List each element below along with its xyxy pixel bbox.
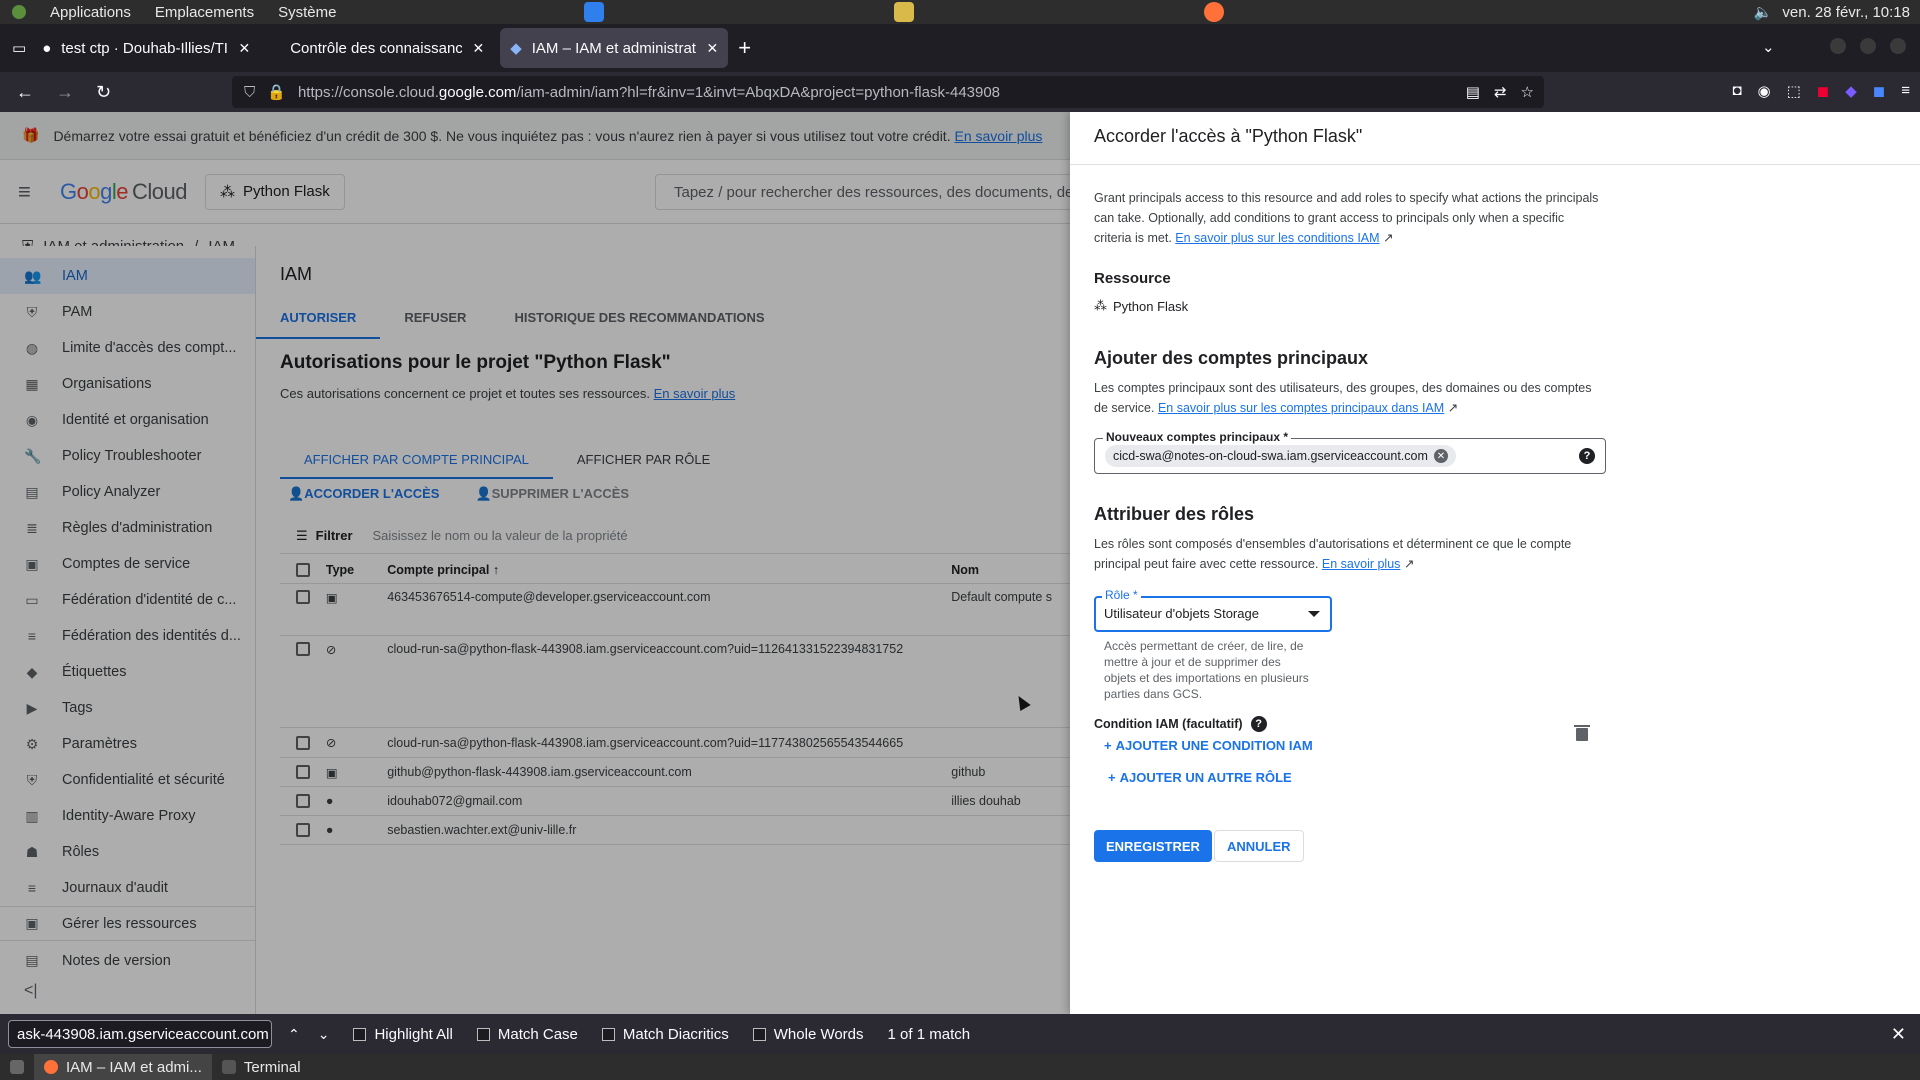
- new-tab-button[interactable]: +: [738, 35, 751, 61]
- project-icon: ⁂: [1094, 298, 1107, 313]
- ublock-icon[interactable]: ◼: [1817, 82, 1829, 100]
- principals-learn-more-link[interactable]: En savoir plus sur les comptes principau…: [1158, 401, 1444, 415]
- external-link-icon: ↗: [1447, 401, 1459, 415]
- browser-tab-controle[interactable]: Contrôle des connaissanc ✕: [266, 28, 494, 68]
- os-menu-applications[interactable]: Applications: [50, 4, 131, 21]
- extensions-icon[interactable]: ⬚: [1787, 82, 1801, 100]
- app-menu-icon[interactable]: ≡: [1901, 82, 1910, 100]
- iam-condition-label: Condition IAM (facultatif) ?: [1094, 716, 1267, 732]
- highlight-all-checkbox[interactable]: Highlight All: [353, 1026, 453, 1043]
- remove-chip-icon[interactable]: ✕: [1433, 449, 1448, 463]
- account-icon[interactable]: ◉: [1758, 82, 1771, 100]
- find-input[interactable]: ask-443908.iam.gserviceaccount.com: [8, 1020, 272, 1048]
- close-find-bar-icon[interactable]: ✕: [1891, 1024, 1906, 1045]
- cancel-button[interactable]: ANNULER: [1214, 830, 1304, 862]
- match-case-checkbox[interactable]: Match Case: [476, 1026, 578, 1043]
- new-principals-field[interactable]: Nouveaux comptes principaux * cicd-swa@n…: [1094, 430, 1606, 474]
- assign-roles-text: Les rôles sont composés d'ensembles d'au…: [1094, 537, 1572, 571]
- iam-conditions-link[interactable]: En savoir plus sur les conditions IAM: [1175, 231, 1379, 245]
- panel-intro: Grant principals access to this resource…: [1094, 191, 1599, 245]
- os-menu-systeme[interactable]: Système: [278, 4, 336, 21]
- firefox-launcher-icon[interactable]: [1204, 2, 1224, 22]
- browser-tab-github[interactable]: ● test ctp · Douhab-Illies/TI ✕: [32, 28, 260, 68]
- github-icon: ●: [42, 39, 52, 57]
- plus-icon: +: [1108, 770, 1116, 785]
- bitwarden-icon[interactable]: ◼: [1873, 82, 1885, 100]
- assign-roles-heading: Attribuer des rôles: [1094, 504, 1255, 524]
- os-taskbar: IAM – IAM et admi... Terminal: [0, 1054, 1920, 1080]
- match-diacritics-checkbox[interactable]: Match Diacritics: [601, 1026, 729, 1043]
- add-iam-condition-button[interactable]: + AJOUTER UNE CONDITION IAM: [1104, 738, 1313, 753]
- save-button[interactable]: ENREGISTRER: [1094, 830, 1212, 862]
- clock[interactable]: ven. 28 févr., 10:18: [1782, 4, 1910, 21]
- taskbar-item-terminal[interactable]: Terminal: [212, 1054, 311, 1080]
- os-logo-icon[interactable]: [12, 5, 26, 19]
- delete-role-icon[interactable]: [1574, 725, 1590, 741]
- add-another-role-button[interactable]: + AJOUTER UN AUTRE RÔLE: [1108, 770, 1292, 785]
- resource-label: Ressource: [1094, 270, 1171, 287]
- shield-icon[interactable]: ⛉: [244, 84, 255, 101]
- reader-view-icon[interactable]: ▤: [1466, 83, 1480, 101]
- reload-icon[interactable]: ↻: [96, 82, 111, 103]
- browser-tab-bar: ▭ ● test ctp · Douhab-Illies/TI ✕ Contrô…: [0, 24, 1920, 72]
- show-desktop-button[interactable]: [0, 1054, 34, 1080]
- external-link-icon: ↗: [1403, 557, 1415, 571]
- close-tab-icon[interactable]: ✕: [706, 40, 718, 57]
- role-select[interactable]: Rôle * Utilisateur d'objets Storage: [1094, 588, 1332, 632]
- url-field[interactable]: ⛉ 🔒 https://console.cloud.google.com/iam…: [232, 76, 1544, 108]
- browser-tab-iam[interactable]: ◆ IAM – IAM et administrati ✕: [500, 28, 729, 68]
- help-icon[interactable]: ?: [1250, 716, 1267, 732]
- os-menu-emplacements[interactable]: Emplacements: [155, 4, 254, 21]
- close-window-button[interactable]: [1890, 38, 1906, 54]
- bookmark-star-icon[interactable]: ☆: [1521, 83, 1534, 101]
- gcp-shield-icon: ◆: [510, 40, 522, 57]
- dropdown-caret-icon: [1308, 611, 1320, 617]
- translate-icon[interactable]: ⇄: [1494, 83, 1507, 101]
- extension-badge-icon[interactable]: ◆: [1845, 82, 1857, 100]
- tab-list-icon[interactable]: ▭: [12, 39, 26, 57]
- os-top-bar: Applications Emplacements Système 🔈 ven.…: [0, 0, 1920, 24]
- find-previous-icon[interactable]: ⌃: [288, 1026, 300, 1043]
- roles-learn-more-link[interactable]: En savoir plus: [1322, 557, 1401, 571]
- find-bar: ask-443908.iam.gserviceaccount.com ⌃ ⌄ H…: [0, 1014, 1920, 1054]
- firefox-icon: [44, 1060, 58, 1074]
- whole-words-checkbox[interactable]: Whole Words: [752, 1026, 864, 1043]
- vscode-launcher-icon[interactable]: [584, 2, 604, 22]
- principal-chip[interactable]: cicd-swa@notes-on-cloud-swa.iam.gservice…: [1105, 445, 1456, 467]
- terminal-icon: [221, 1060, 236, 1074]
- modal-scrim[interactable]: [0, 112, 1070, 1014]
- close-tab-icon[interactable]: ✕: [238, 40, 250, 57]
- taskbar-item-firefox[interactable]: IAM – IAM et admi...: [34, 1054, 212, 1080]
- minimize-window-button[interactable]: [1830, 38, 1846, 54]
- add-principals-heading: Ajouter des comptes principaux: [1094, 348, 1369, 368]
- maximize-window-button[interactable]: [1860, 38, 1876, 54]
- app-launcher-icon[interactable]: [894, 2, 914, 22]
- browser-nav-bar: ← → ↻ ⛉ 🔒 https://console.cloud.google.c…: [0, 72, 1920, 112]
- page: 🎁 Démarrez votre essai gratuit et bénéfi…: [0, 112, 1920, 1014]
- add-principals-text: Les comptes principaux sont des utilisat…: [1094, 381, 1592, 415]
- role-description: Accès permettant de créer, de lire, de m…: [1104, 639, 1309, 701]
- volume-icon[interactable]: 🔈: [1754, 3, 1773, 21]
- plus-icon: +: [1104, 738, 1112, 753]
- close-tab-icon[interactable]: ✕: [472, 40, 484, 57]
- forward-arrow-icon[interactable]: →: [56, 82, 74, 103]
- external-link-icon: ↗: [1383, 231, 1394, 245]
- resource-value: ⁂ Python Flask: [1094, 298, 1189, 314]
- tab-overflow-chevron-icon[interactable]: ⌄: [1762, 38, 1775, 56]
- pocket-icon[interactable]: ◘: [1732, 82, 1741, 100]
- match-count: 1 of 1 match: [887, 1025, 971, 1043]
- panel-title: Accorder l'accès à "Python Flask": [1094, 126, 1363, 146]
- lock-icon[interactable]: 🔒: [267, 83, 286, 101]
- find-next-icon[interactable]: ⌄: [318, 1026, 330, 1043]
- panel-divider: [1070, 164, 1920, 165]
- grant-access-panel: Accorder l'accès à "Python Flask" Grant …: [1070, 112, 1920, 1014]
- help-icon[interactable]: ?: [1579, 448, 1595, 464]
- back-arrow-icon[interactable]: ←: [16, 82, 34, 103]
